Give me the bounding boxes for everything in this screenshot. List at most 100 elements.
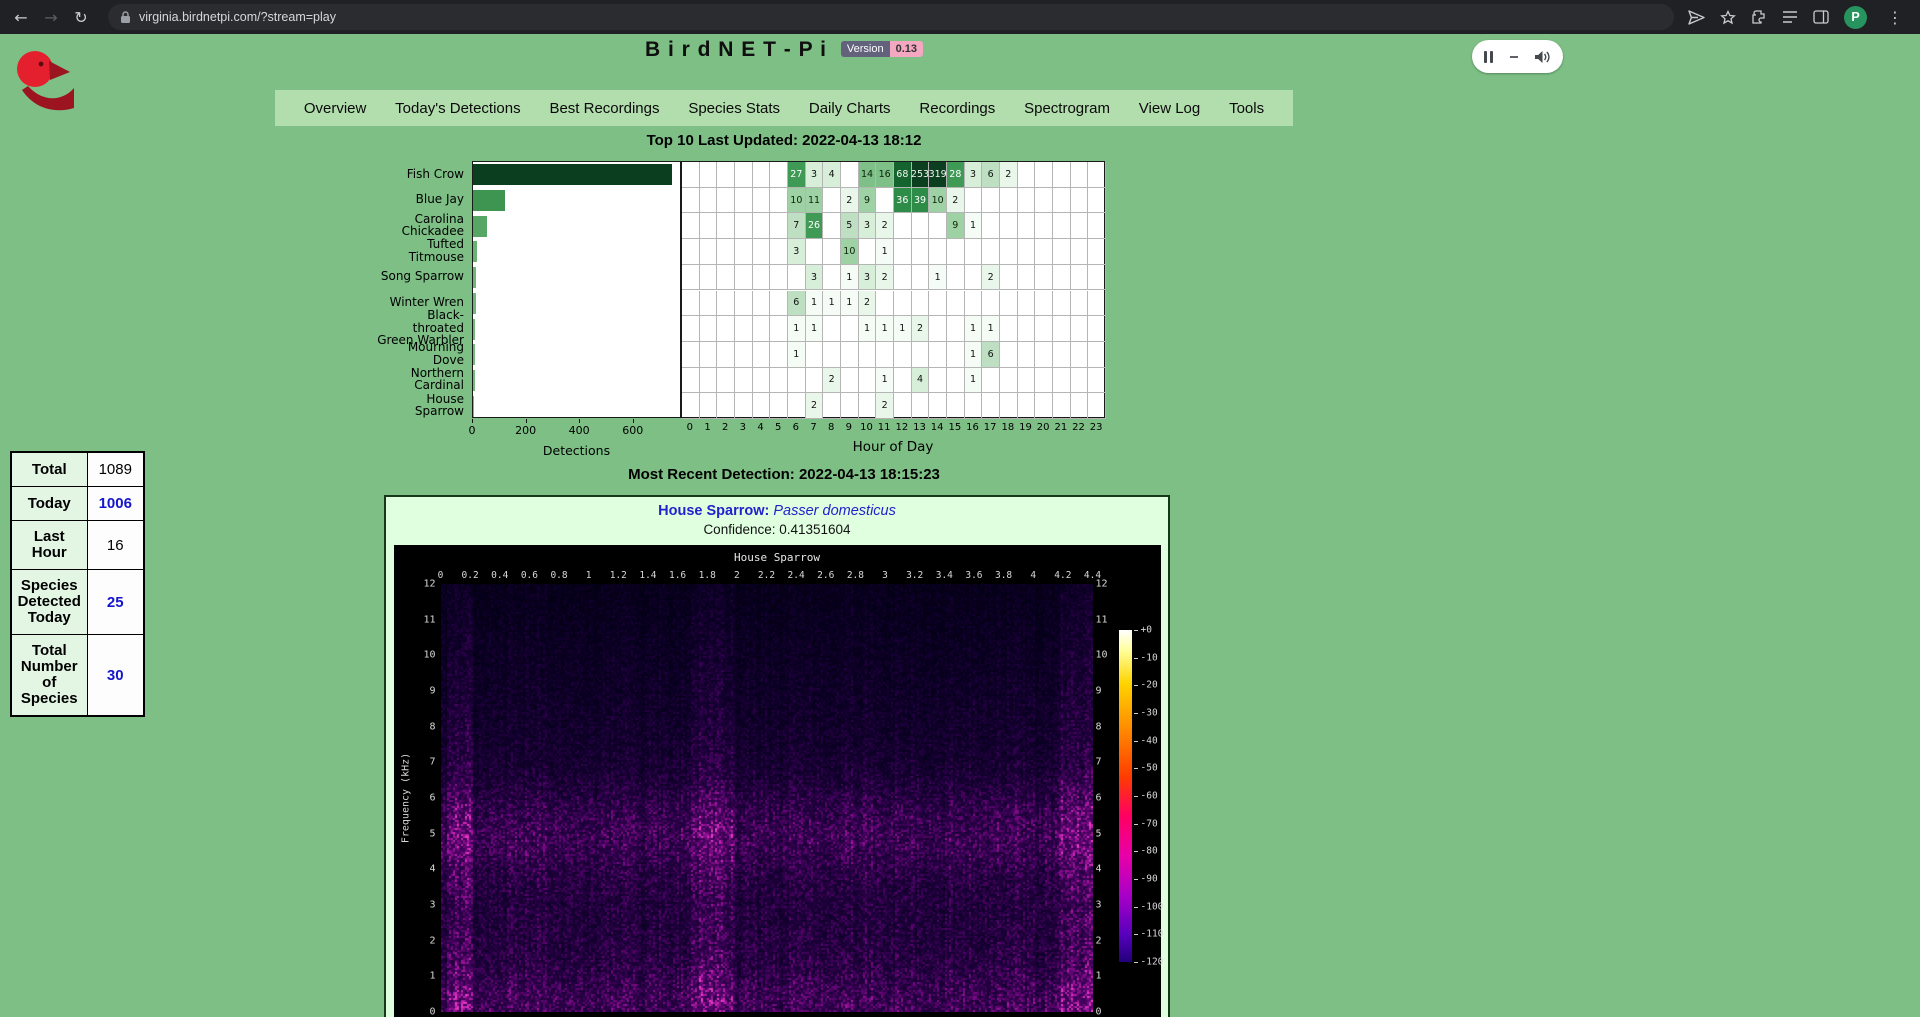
heatmap-cell: 2 — [1000, 162, 1018, 188]
spec-y-tick: 3 — [1096, 900, 1120, 911]
send-icon[interactable] — [1688, 10, 1705, 25]
heatmap-cell: 1 — [982, 316, 1000, 342]
heatmap-cell — [770, 239, 788, 265]
spec-x-tick: 1 — [586, 570, 592, 581]
heatmap-cell — [788, 265, 806, 291]
address-bar[interactable]: virginia.birdnetpi.com/?stream=play — [108, 4, 1674, 30]
stats-row: Today1006 — [11, 487, 144, 521]
colorbar-tick: -120 — [1141, 957, 1164, 968]
spec-y-tick: 0 — [412, 1007, 436, 1017]
heatmap-cell — [947, 316, 965, 342]
heatmap-cell — [912, 239, 930, 265]
nav-item-overview[interactable]: Overview — [304, 100, 367, 117]
nav-item-today-s-detections[interactable]: Today's Detections — [395, 100, 520, 117]
species-bar — [473, 216, 487, 237]
heatmap-cell — [841, 368, 859, 394]
forward-icon[interactable]: → — [38, 4, 64, 30]
nav-item-tools[interactable]: Tools — [1229, 100, 1264, 117]
bar-tick-mark — [526, 419, 527, 423]
heatmap-cell: 2 — [859, 291, 877, 317]
most-recent-heading: Most Recent Detection: 2022-04-13 18:15:… — [0, 466, 1568, 483]
heatmap-cell — [823, 239, 841, 265]
heatmap-cell: 6 — [982, 342, 1000, 368]
species-bar — [473, 267, 476, 288]
stat-value[interactable]: 25 — [87, 570, 144, 635]
heatmap-cell — [1018, 393, 1036, 419]
heatmap-cell — [1000, 393, 1018, 419]
spec-y-tick: 8 — [412, 721, 436, 732]
spectrogram-panel: House Sparrow 00.20.40.60.811.21.41.61.8… — [394, 545, 1161, 1017]
version-value: 0.13 — [890, 41, 923, 57]
stat-value[interactable]: 1006 — [87, 487, 144, 521]
spec-y-tick: 1 — [412, 971, 436, 982]
back-icon[interactable]: ← — [8, 4, 34, 30]
heatmap-cell — [982, 368, 1000, 394]
heatmap-cell — [823, 213, 841, 239]
nav-item-spectrogram[interactable]: Spectrogram — [1024, 100, 1110, 117]
extensions-icon[interactable] — [1751, 9, 1767, 25]
stat-value[interactable]: 30 — [87, 635, 144, 717]
heatmap-cell — [717, 188, 735, 214]
colorbar-tick-mark — [1134, 851, 1138, 852]
side-panel-icon[interactable] — [1813, 10, 1829, 24]
heatmap-cell — [806, 239, 824, 265]
detection-scientific-name-link[interactable]: Passer domesticus — [773, 503, 896, 519]
spec-y-tick: 2 — [1096, 935, 1120, 946]
colorbar-tick-mark — [1134, 741, 1138, 742]
heatmap-cell — [1035, 368, 1053, 394]
heatmap-cell — [1071, 265, 1089, 291]
heatmap-cell — [1000, 188, 1018, 214]
heatmap-cell — [682, 316, 700, 342]
browser-menu-icon[interactable]: ⋮ — [1882, 4, 1908, 30]
spec-x-tick: 1.4 — [639, 570, 656, 581]
spec-x-tick: 1.6 — [669, 570, 686, 581]
heatmap-cell: 6 — [788, 291, 806, 317]
heatmap-cell — [753, 368, 771, 394]
heatmap-cell — [753, 342, 771, 368]
heatmap-cell — [841, 162, 859, 188]
reading-list-icon[interactable] — [1782, 10, 1798, 24]
hour-tick: 0 — [687, 422, 693, 433]
nav-item-species-stats[interactable]: Species Stats — [688, 100, 780, 117]
heatmap-cell — [1000, 239, 1018, 265]
heatmap-cell: 2 — [841, 188, 859, 214]
nav-item-recordings[interactable]: Recordings — [919, 100, 995, 117]
profile-avatar[interactable]: P — [1844, 6, 1867, 29]
heatmap-cell — [1071, 213, 1089, 239]
spec-y-tick: 8 — [1096, 721, 1120, 732]
heatmap-cell — [1088, 239, 1106, 265]
nav-item-view-log[interactable]: View Log — [1139, 100, 1200, 117]
species-bar — [473, 396, 474, 417]
spectrogram-y-label: Frequency (kHz) — [400, 753, 411, 843]
nav-item-daily-charts[interactable]: Daily Charts — [809, 100, 891, 117]
detection-common-name-link[interactable]: House Sparrow: — [658, 503, 769, 519]
heatmap-cell: 1 — [788, 342, 806, 368]
heatmap-cell: 68 — [894, 162, 912, 188]
colorbar-tick-mark — [1134, 658, 1138, 659]
heatmap-cell — [982, 291, 1000, 317]
bar-axis-tick: 200 — [515, 424, 536, 437]
hour-tick: 4 — [757, 422, 763, 433]
heatmap-cell — [735, 162, 753, 188]
spec-y-tick: 4 — [412, 864, 436, 875]
spectrogram-title: House Sparrow — [394, 551, 1161, 564]
spectrogram-canvas — [441, 584, 1093, 1012]
heatmap-cell — [1018, 188, 1036, 214]
reload-icon[interactable]: ↻ — [68, 4, 94, 30]
heatmap-cell — [770, 265, 788, 291]
colorbar-tick-mark — [1134, 824, 1138, 825]
bookmark-star-icon[interactable] — [1720, 10, 1736, 25]
spectrogram-colorbar-labels: +0-10-20-30-40-50-60-70-80-90-100-110-12… — [1134, 545, 1171, 1017]
heatmap-cell — [770, 188, 788, 214]
heatmap-cell — [929, 368, 947, 394]
heatmap-cell — [717, 316, 735, 342]
heatmap-cell — [912, 213, 930, 239]
nav-item-best-recordings[interactable]: Best Recordings — [549, 100, 659, 117]
heatmap-cell — [753, 316, 771, 342]
colorbar-tick: -100 — [1141, 901, 1164, 912]
colorbar-tick: +0 — [1141, 625, 1152, 636]
heatmap-cell: 1 — [806, 316, 824, 342]
heatmap-cell — [1018, 342, 1036, 368]
stats-row: Last Hour16 — [11, 521, 144, 570]
spec-x-tick: 2.6 — [817, 570, 834, 581]
